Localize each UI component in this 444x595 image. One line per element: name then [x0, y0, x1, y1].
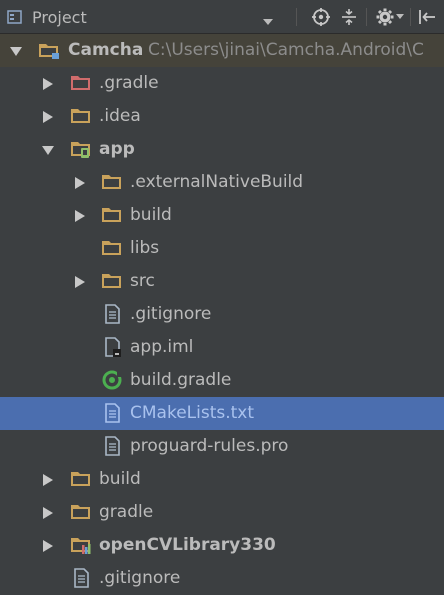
project-view-title: Project: [32, 7, 87, 27]
gradle-file-icon: [102, 370, 122, 390]
tree-item-build-gradle[interactable]: build.gradle: [0, 364, 444, 397]
tree-item-label: libs: [130, 238, 160, 258]
text-file-icon: [105, 304, 120, 324]
expanded-arrow-icon[interactable]: [10, 45, 22, 57]
collapsed-arrow-icon[interactable]: [74, 210, 86, 222]
excluded-folder-icon: [71, 76, 90, 90]
tree-item-libs[interactable]: libs: [0, 232, 444, 265]
chevron-down-icon: [262, 12, 274, 32]
tree-item-label: Camcha: [68, 40, 144, 60]
tree-item-label: .gitignore: [99, 568, 181, 588]
toolbar-separator: [366, 8, 367, 26]
collapsed-arrow-icon[interactable]: [42, 540, 54, 552]
gear-dropdown-icon[interactable]: [394, 6, 406, 28]
project-view-selector[interactable]: Project: [6, 4, 278, 30]
folder-icon: [102, 274, 121, 288]
folder-icon: [71, 109, 90, 123]
text-file-icon: [74, 568, 89, 588]
tree-item-label: app.iml: [130, 337, 194, 357]
toolbar-separator: [410, 8, 411, 26]
gear-icon[interactable]: [374, 6, 396, 28]
collapsed-arrow-icon[interactable]: [42, 507, 54, 519]
tree-item-label: .gitignore: [130, 304, 212, 324]
tree-item-label: openCVLibrary330: [99, 535, 276, 555]
expanded-arrow-icon[interactable]: [42, 144, 54, 156]
tree-item-gitignore[interactable]: .gitignore: [0, 298, 444, 331]
tree-item-gradle[interactable]: gradle: [0, 496, 444, 529]
module-path: C:\Users\jinai\Camcha.Android\C: [148, 40, 424, 60]
tree-item-label: .gradle: [99, 73, 159, 93]
text-file-icon: [105, 436, 120, 456]
tree-item-camcha[interactable]: Camcha C:\Users\jinai\Camcha.Android\C: [0, 34, 444, 67]
tree-item-label: proguard-rules.pro: [130, 436, 289, 456]
tree-item-cmakelists[interactable]: CMakeLists.txt: [0, 397, 444, 430]
collapsed-arrow-icon[interactable]: [42, 78, 54, 90]
tree-item-label: build.gradle: [130, 370, 232, 390]
text-file-icon: [105, 403, 120, 423]
module-file-icon: [105, 337, 121, 357]
module-folder-icon: [39, 44, 59, 59]
collapse-all-icon[interactable]: [338, 6, 360, 28]
locate-target-icon[interactable]: [310, 6, 332, 28]
tree-item-label: gradle: [99, 502, 154, 522]
tree-item-opencv-library[interactable]: openCVLibrary330: [0, 529, 444, 562]
tree-item-label: CMakeLists.txt: [130, 403, 255, 423]
tree-item-dot-gradle[interactable]: .gradle: [0, 67, 444, 100]
tree-item-label: .externalNativeBuild: [130, 172, 304, 192]
folder-icon: [102, 208, 121, 222]
tree-item-label: src: [130, 271, 155, 291]
tree-item-external-native-build[interactable]: .externalNativeBuild: [0, 166, 444, 199]
toolbar-separator: [296, 8, 297, 26]
tree-item-proguard-rules[interactable]: proguard-rules.pro: [0, 430, 444, 463]
collapsed-arrow-icon[interactable]: [42, 474, 54, 486]
tree-item-label: .idea: [99, 106, 141, 126]
collapsed-arrow-icon[interactable]: [42, 111, 54, 123]
tree-item-app-iml[interactable]: app.iml: [0, 331, 444, 364]
hide-panel-icon[interactable]: [416, 6, 438, 28]
tree-item-label: build: [99, 469, 141, 489]
folder-icon: [71, 505, 90, 519]
tree-item-dot-idea[interactable]: .idea: [0, 100, 444, 133]
tree-item-label: app: [99, 139, 135, 159]
tree-item-root-build[interactable]: build: [0, 463, 444, 496]
project-view-icon: [6, 8, 24, 26]
folder-icon: [102, 241, 121, 255]
project-tree: Camcha C:\Users\jinai\Camcha.Android\C .…: [0, 34, 444, 590]
collapsed-arrow-icon[interactable]: [74, 177, 86, 189]
tree-item-root-gitignore[interactable]: .gitignore: [0, 562, 444, 595]
android-module-folder-icon: [71, 142, 90, 158]
library-module-folder-icon: [71, 538, 91, 554]
project-toolbar: Project: [0, 0, 444, 34]
folder-icon: [102, 175, 121, 189]
tree-item-src[interactable]: src: [0, 265, 444, 298]
collapsed-arrow-icon[interactable]: [74, 276, 86, 288]
tree-item-build[interactable]: build: [0, 199, 444, 232]
tree-item-label: build: [130, 205, 172, 225]
folder-icon: [71, 472, 90, 486]
tree-item-app[interactable]: app: [0, 133, 444, 166]
